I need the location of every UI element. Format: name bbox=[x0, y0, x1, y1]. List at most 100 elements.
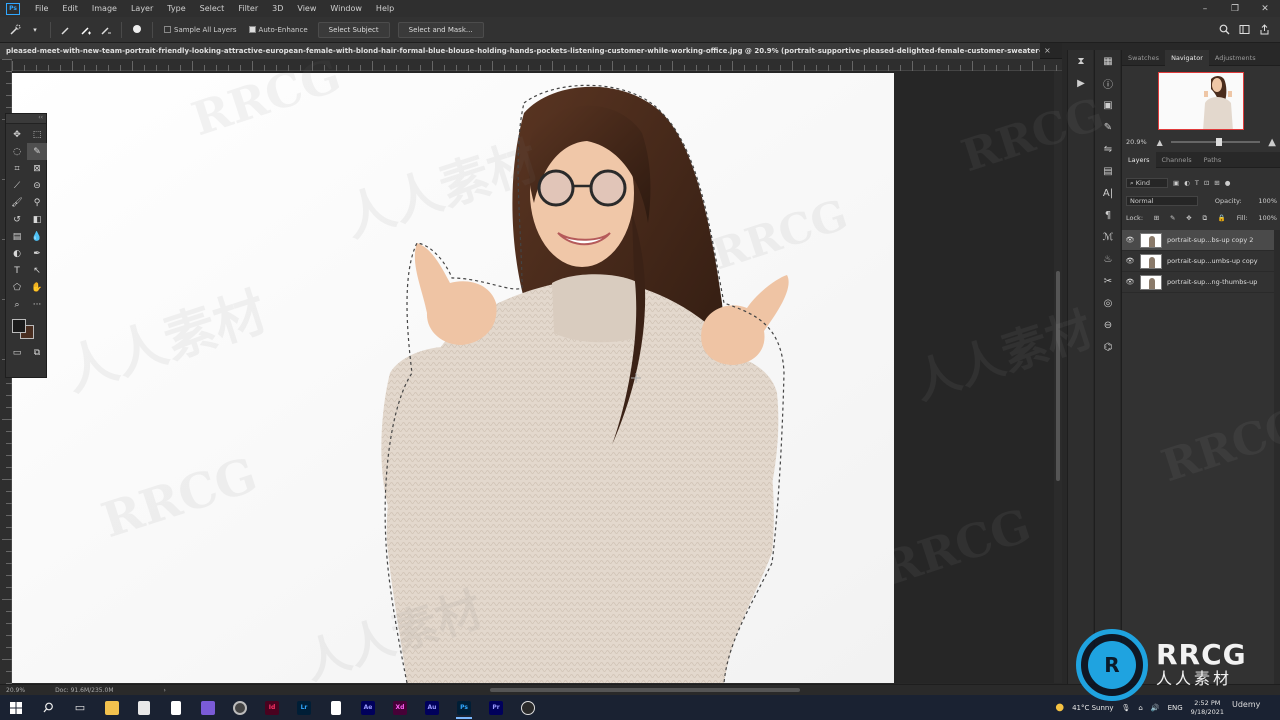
network-icon[interactable]: ⌂ bbox=[1138, 704, 1142, 712]
adjustments-icon[interactable]: ⇋ bbox=[1095, 138, 1121, 160]
crop-tool-icon[interactable]: ⌗ bbox=[7, 160, 27, 177]
photoshop-logo[interactable]: Ps bbox=[6, 2, 20, 15]
zoom-slider-knob[interactable] bbox=[1215, 138, 1222, 146]
close-tab-icon[interactable]: × bbox=[1044, 46, 1051, 55]
eyedropper-tool-icon[interactable]: ⟋ bbox=[7, 177, 27, 194]
move-tool-icon[interactable]: ✥ bbox=[7, 126, 27, 143]
menu-filter[interactable]: Filter bbox=[231, 4, 265, 13]
share-icon[interactable] bbox=[1257, 23, 1271, 37]
menu-view[interactable]: View bbox=[290, 4, 323, 13]
tab-channels[interactable]: Channels bbox=[1156, 152, 1198, 168]
menu-select[interactable]: Select bbox=[193, 4, 232, 13]
select-subject-button[interactable]: Select Subject bbox=[317, 21, 390, 38]
minimize-button[interactable]: – bbox=[1190, 4, 1220, 14]
history-brush-tool-icon[interactable]: ↺ bbox=[7, 211, 27, 228]
marquee-tool-icon[interactable]: ⬚ bbox=[27, 126, 47, 143]
document-canvas[interactable] bbox=[12, 73, 894, 683]
quick-selection-tool-icon[interactable] bbox=[8, 23, 22, 37]
audition-button[interactable]: Au bbox=[416, 695, 448, 720]
gradients-icon[interactable]: ⊖ bbox=[1095, 314, 1121, 336]
after-effects-button[interactable]: Ae bbox=[352, 695, 384, 720]
document-tab[interactable]: pleased-meet-with-new-team-portrait-frie… bbox=[0, 42, 1040, 59]
tools-panel-header[interactable]: ‹‹ bbox=[6, 114, 46, 124]
lock-image-icon[interactable]: ✎ bbox=[1170, 214, 1175, 222]
3d-icon[interactable]: ◎ bbox=[1095, 292, 1121, 314]
opacity-input[interactable]: 100% bbox=[1258, 197, 1277, 205]
info-icon[interactable]: ⓘ bbox=[1095, 72, 1121, 94]
indesign-button[interactable]: Id bbox=[256, 695, 288, 720]
character-icon[interactable]: A| bbox=[1095, 182, 1121, 204]
foreground-color-swatch[interactable] bbox=[12, 319, 26, 333]
filter-toggle-icon[interactable]: ● bbox=[1225, 179, 1231, 187]
more-tools-icon[interactable]: ··· bbox=[27, 296, 47, 313]
notes-button[interactable] bbox=[160, 695, 192, 720]
blend-mode-select[interactable]: Normal bbox=[1126, 196, 1198, 206]
brush-tool-icon[interactable]: 🖌 bbox=[7, 194, 27, 211]
store-button[interactable] bbox=[128, 695, 160, 720]
microphone-icon[interactable]: 🎙 bbox=[1122, 704, 1131, 712]
zoom-tool-icon[interactable]: ⌕ bbox=[7, 296, 27, 313]
weather-text[interactable]: 41°C Sunny bbox=[1072, 704, 1113, 712]
visibility-eye-icon[interactable]: 👁 bbox=[1122, 236, 1138, 244]
filter-adjustment-icon[interactable]: ◐ bbox=[1184, 179, 1190, 187]
menu-file[interactable]: File bbox=[28, 4, 55, 13]
tab-navigator[interactable]: Navigator bbox=[1165, 49, 1209, 66]
lock-position-icon[interactable]: ✥ bbox=[1186, 214, 1191, 222]
status-zoom[interactable]: 20.9% bbox=[6, 687, 25, 694]
visibility-eye-icon[interactable]: 👁 bbox=[1122, 278, 1138, 286]
scrollbar-thumb[interactable] bbox=[1056, 271, 1060, 481]
filter-type-icon[interactable]: T bbox=[1195, 179, 1199, 187]
navigator-preview[interactable] bbox=[1158, 72, 1244, 130]
document-button[interactable] bbox=[320, 695, 352, 720]
play-actions-icon[interactable]: ▶ bbox=[1068, 72, 1094, 94]
auto-enhance-checkbox[interactable]: Auto-Enhance bbox=[248, 26, 308, 34]
swatches-strip-icon[interactable]: ▤ bbox=[1095, 160, 1121, 182]
quick-mask-icon[interactable]: ▭ bbox=[7, 345, 27, 361]
menu-layer[interactable]: Layer bbox=[124, 4, 160, 13]
xd-button[interactable]: Xd bbox=[384, 695, 416, 720]
horizontal-ruler[interactable] bbox=[12, 59, 1062, 71]
lasso-tool-icon[interactable]: ◌ bbox=[7, 143, 27, 160]
task-view-button[interactable]: ▭ bbox=[64, 695, 96, 720]
navigator-zoom-slider[interactable] bbox=[1170, 138, 1261, 146]
blur-tool-icon[interactable]: 💧 bbox=[27, 228, 47, 245]
tools-settings-icon[interactable]: ✂ bbox=[1095, 270, 1121, 292]
status-menu-icon[interactable]: › bbox=[164, 687, 166, 694]
layers-scrollbar[interactable] bbox=[1274, 230, 1280, 684]
canvas-horizontal-scrollbar[interactable] bbox=[490, 688, 800, 692]
styles-icon[interactable]: ♨ bbox=[1095, 248, 1121, 270]
dodge-tool-icon[interactable]: ◐ bbox=[7, 245, 27, 262]
zoom-out-icon[interactable]: ▲ bbox=[1157, 138, 1163, 147]
canvas-area[interactable] bbox=[12, 71, 1062, 683]
patterns-icon[interactable]: ⌬ bbox=[1095, 336, 1121, 358]
language-indicator[interactable]: ENG bbox=[1168, 704, 1183, 712]
workspace-icon[interactable] bbox=[1237, 23, 1251, 37]
fill-input[interactable]: 100% bbox=[1258, 214, 1277, 222]
tab-adjustments[interactable]: Adjustments bbox=[1209, 50, 1262, 66]
brush-size-icon[interactable] bbox=[130, 23, 144, 37]
properties-icon[interactable]: ▣ bbox=[1095, 94, 1121, 116]
hand-tool-icon[interactable]: ✋ bbox=[27, 279, 47, 296]
filter-smart-object-icon[interactable]: ⊞ bbox=[1214, 179, 1219, 187]
premiere-button[interactable]: Pr bbox=[480, 695, 512, 720]
tab-layers[interactable]: Layers bbox=[1122, 151, 1156, 168]
new-selection-icon[interactable] bbox=[59, 23, 73, 37]
maximize-button[interactable]: ❐ bbox=[1220, 4, 1250, 14]
patch-tool-icon[interactable]: ⊝ bbox=[27, 177, 47, 194]
menu-edit[interactable]: Edit bbox=[55, 4, 85, 13]
lightroom-button[interactable]: Lr bbox=[288, 695, 320, 720]
layer-row[interactable]: 👁 portrait-sup...umbs-up copy bbox=[1122, 251, 1280, 272]
menu-3d[interactable]: 3D bbox=[265, 4, 290, 13]
eraser-tool-icon[interactable]: ◧ bbox=[27, 211, 47, 228]
purple-app-button[interactable] bbox=[192, 695, 224, 720]
layer-row[interactable]: 👁 portrait-sup...bs-up copy 2 bbox=[1122, 230, 1280, 251]
sample-all-layers-checkbox[interactable]: Sample All Layers bbox=[164, 26, 237, 34]
search-icon[interactable] bbox=[1217, 23, 1231, 37]
canvas-vertical-scrollbar[interactable] bbox=[1054, 71, 1062, 683]
path-selection-tool-icon[interactable]: ↖ bbox=[27, 262, 47, 279]
clone-stamp-tool-icon[interactable]: ⚲ bbox=[27, 194, 47, 211]
brush-settings-icon[interactable]: ✎ bbox=[1095, 116, 1121, 138]
menu-image[interactable]: Image bbox=[85, 4, 124, 13]
filter-shape-icon[interactable]: ⊡ bbox=[1204, 179, 1209, 187]
quick-selection-tool-icon[interactable]: ✎ bbox=[27, 143, 47, 160]
